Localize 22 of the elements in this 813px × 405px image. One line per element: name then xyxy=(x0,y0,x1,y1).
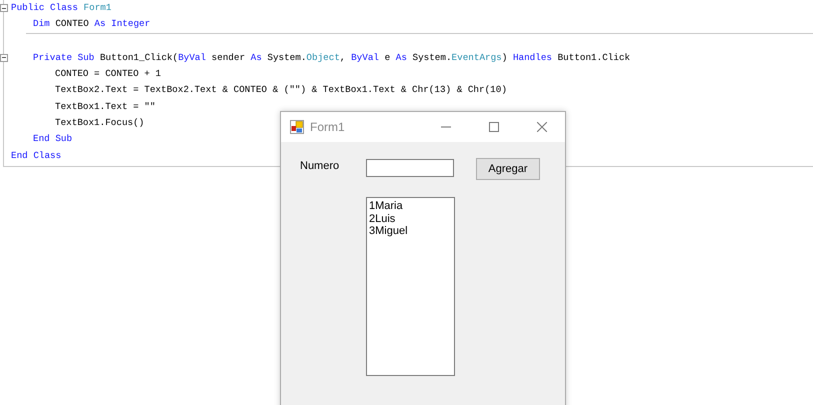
maximize-icon[interactable] xyxy=(489,122,499,132)
code-line: TextBox2.Text = TextBox2.Text & CONTEO & ("") & TextBox1.Text & Chr(13) & Chr(10) xyxy=(55,83,507,98)
window-title: Form1 xyxy=(310,120,345,134)
code-line: CONTEO = CONTEO + 1 xyxy=(55,67,162,82)
code-line: End Sub xyxy=(33,132,72,146)
collapse-icon[interactable] xyxy=(0,4,8,12)
code-line: TextBox1.Focus() xyxy=(55,116,144,130)
close-icon[interactable] xyxy=(537,122,547,132)
add-button[interactable]: Agregar xyxy=(476,158,540,180)
form-icon xyxy=(290,120,304,134)
list-item: 2Luis xyxy=(369,212,396,225)
list-item: 1Maria xyxy=(369,200,404,212)
code-line: TextBox1.Text = "" xyxy=(55,100,156,114)
code-line: Private Sub Button1_Click(ByVal sender As System.Object, ByVal e As System.EventArgs) Handles Button1.Click xyxy=(33,50,630,65)
code-line: End Class xyxy=(11,148,62,163)
input-field[interactable] xyxy=(366,159,454,177)
list-item: 3Miguel xyxy=(369,225,409,238)
code-line: Public Class Form1 xyxy=(11,1,112,16)
list-box[interactable]: 1Maria 2Luis 3Miguel xyxy=(366,197,455,376)
collapse-icon[interactable] xyxy=(0,54,8,62)
code-line: Dim CONTEO As Integer xyxy=(33,17,150,32)
numero-label: Numero xyxy=(300,159,340,172)
